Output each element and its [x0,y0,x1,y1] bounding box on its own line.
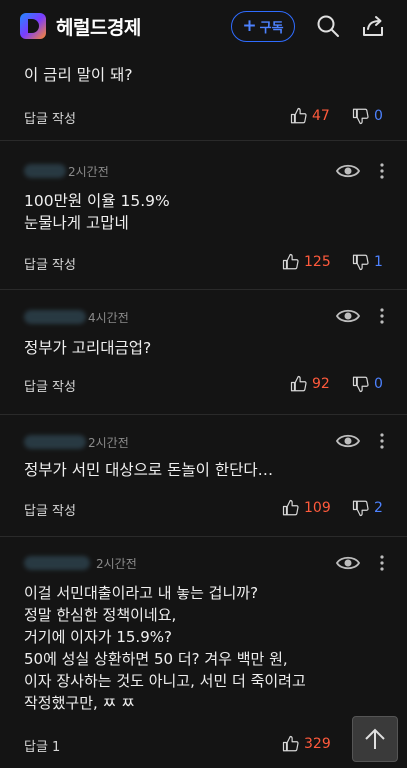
reply-button[interactable]: 답글 작성 [24,108,76,127]
comment-text: 100만원 이율 15.9% 눈물나게 고맙네 [24,192,170,232]
author-name-redacted [24,310,86,324]
author-name-redacted [24,164,66,178]
thumbs-down-icon [352,376,369,393]
more-options-icon[interactable] [378,554,386,572]
comment-text: 정부가 서민 대상으로 돈놀이 한단다… [24,461,274,479]
reply-button[interactable]: 답글 작성 [24,500,76,519]
dislike-button[interactable]: 0 [352,107,383,125]
subscribe-button[interactable]: + 구독 [231,11,295,42]
thumbs-up-icon [290,375,307,392]
comment-meta: 4시간전 [24,307,129,327]
more-options-icon[interactable] [378,162,386,180]
brand-logo-icon[interactable] [20,13,46,39]
comment-text: 정부가 고리대금업? [24,339,152,357]
like-count: 329 [304,736,331,752]
like-count: 47 [312,108,330,124]
comment-time: 2시간전 [88,435,129,450]
like-button[interactable]: 47 [290,107,330,125]
like-count: 125 [304,254,331,270]
like-count: 92 [312,376,330,392]
comment-item: 2시간전 100만원 이율 15.9% 눈물나게 고맙네 답글 작성 125 1 [0,141,407,290]
thumbs-up-icon [282,499,299,516]
comment-meta: 2시간전 [24,432,129,452]
eye-icon[interactable] [336,306,360,326]
eye-icon[interactable] [336,161,360,181]
dislike-count: 1 [374,254,383,270]
more-options-icon[interactable] [378,307,386,325]
comment-item: 4시간전 정부가 고리대금업? 답글 작성 92 0 [0,290,407,415]
comment-item: 2시간전 이걸 서민대출이라고 내 놓는 겁니까? 정말 한심한 정책이네요, … [0,537,407,768]
author-name-redacted [24,556,90,570]
scroll-to-top-button[interactable] [352,716,398,762]
reply-button[interactable]: 답글 작성 [24,254,76,273]
reply-button[interactable]: 답글 1 [24,736,60,755]
comment-time: 4시간전 [88,310,129,325]
brand-name[interactable]: 헤럴드경제 [56,13,141,40]
author-name-redacted [24,435,86,449]
more-options-icon[interactable] [378,432,386,450]
dislike-count: 2 [374,500,383,516]
comment-time: 2시간전 [96,556,137,571]
eye-icon[interactable] [336,553,360,573]
comment-item: 이 금리 말이 돼? 답글 작성 47 0 [0,52,407,141]
like-count: 109 [304,500,331,516]
like-button[interactable]: 109 [282,499,331,517]
eye-icon[interactable] [336,431,360,451]
thumbs-down-icon [352,108,369,125]
like-button[interactable]: 329 [282,735,331,753]
comment-item: 2시간전 정부가 서민 대상으로 돈놀이 한단다… 답글 작성 109 2 [0,415,407,537]
dislike-button[interactable]: 0 [352,375,383,393]
comment-meta: 2시간전 [24,161,109,181]
plus-icon: + [242,16,257,36]
reply-button[interactable]: 답글 작성 [24,376,76,395]
dislike-count: 0 [374,108,383,124]
comment-text: 이 금리 말이 돼? [24,66,133,84]
like-button[interactable]: 92 [290,375,330,393]
app-header: 헤럴드경제 [0,0,407,52]
comment-time: 2시간전 [68,164,109,179]
dislike-button[interactable]: 2 [352,499,383,517]
thumbs-up-icon [282,735,299,752]
thumbs-down-icon [352,500,369,517]
share-icon[interactable] [361,14,385,38]
comment-text: 이걸 서민대출이라고 내 놓는 겁니까? 정말 한심한 정책이네요, 거기에 이… [24,584,306,712]
thumbs-up-icon [282,253,299,270]
search-icon[interactable] [316,14,340,38]
arrow-up-icon [365,728,385,749]
subscribe-label: 구독 [259,21,284,36]
thumbs-up-icon [290,107,307,124]
like-button[interactable]: 125 [282,253,331,271]
comment-meta: 2시간전 [24,553,137,573]
dislike-count: 0 [374,376,383,392]
thumbs-down-icon [352,254,369,271]
dislike-button[interactable]: 1 [352,253,383,271]
